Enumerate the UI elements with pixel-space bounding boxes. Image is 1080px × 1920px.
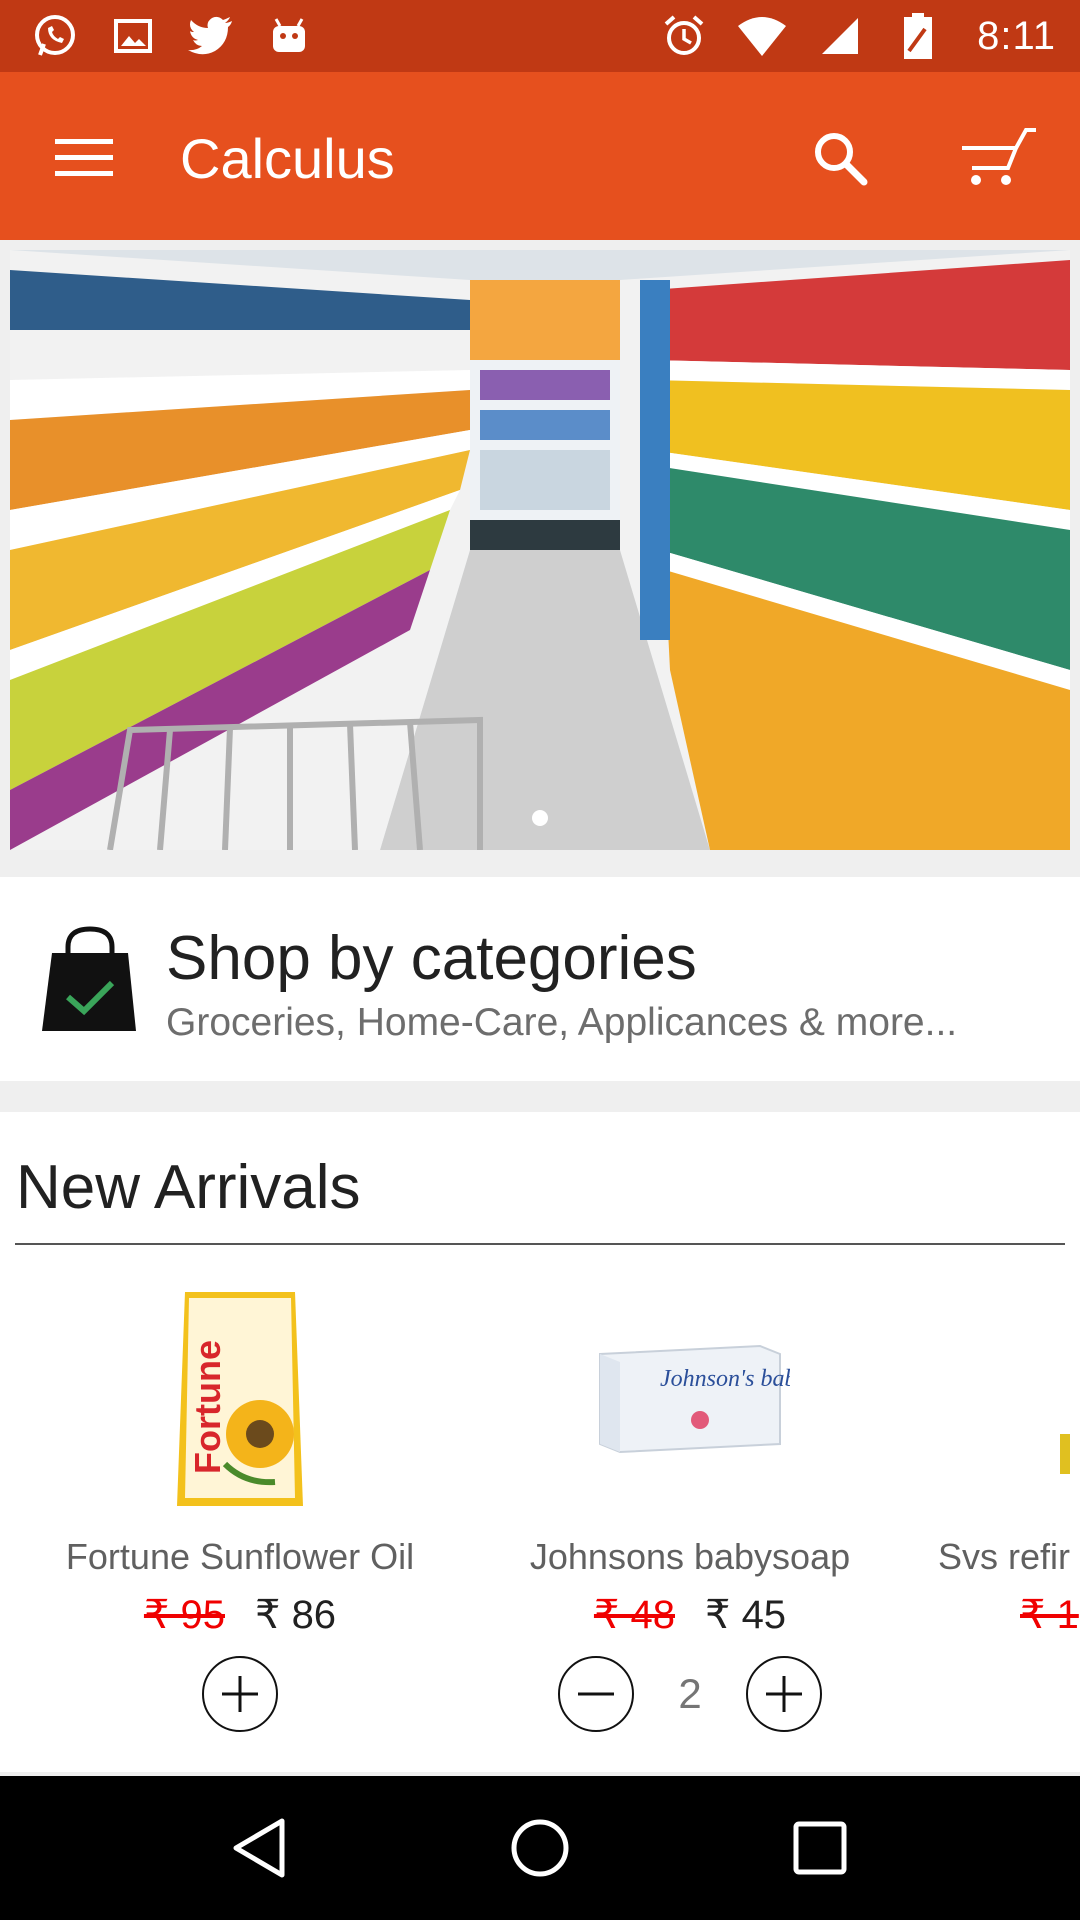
new-arrivals-title: New Arrivals: [16, 1153, 361, 1222]
increase-quantity-button[interactable]: [746, 1656, 822, 1732]
quantity-value: 2: [678, 1670, 702, 1717]
recents-button[interactable]: [770, 1798, 870, 1898]
product-name: Fortune Sunflower Oil: [65, 1536, 415, 1577]
product-brand-text: Johnson's baby soap: [660, 1366, 790, 1392]
minus-icon: [578, 1692, 614, 1696]
app-bar: Calculus: [0, 72, 1080, 240]
back-button[interactable]: [210, 1798, 310, 1898]
product-name: Johnsons babysoap: [529, 1536, 851, 1577]
search-icon: [815, 133, 868, 186]
product-brand-text: Fortune: [187, 1340, 228, 1474]
product-image: [920, 1284, 1080, 1514]
recents-icon: [793, 1821, 847, 1875]
plus-icon: [222, 1676, 258, 1712]
new-arrivals-section: New Arrivals Fortune Fortune Sunflower O…: [0, 1112, 1080, 1772]
decrease-quantity-button[interactable]: [558, 1656, 634, 1732]
search-button[interactable]: [800, 118, 880, 198]
android-icon: [264, 11, 314, 61]
product-old-price: ₹ 48: [593, 1593, 675, 1637]
system-nav-bar: [0, 1776, 1080, 1920]
twitter-icon: [186, 11, 236, 61]
gallery-icon: [108, 11, 158, 61]
hamburger-icon: [55, 139, 113, 176]
status-time: 8:11: [977, 13, 1056, 58]
whatsapp-icon: [30, 11, 80, 61]
shopping-bag-icon: [40, 923, 140, 1035]
divider: [15, 1243, 1065, 1245]
home-button[interactable]: [490, 1798, 590, 1898]
status-bar: 8:11: [0, 0, 1080, 72]
carousel-dot[interactable]: [532, 810, 548, 826]
product-card[interactable]: Fortune Fortune Sunflower Oil ₹ 95 ₹ 86: [20, 1284, 460, 1744]
product-card[interactable]: Johnson's baby soap Johnsons babysoap ₹ …: [470, 1284, 910, 1744]
cart-button[interactable]: [950, 118, 1050, 198]
product-price: ₹ 45: [705, 1593, 787, 1637]
cart-icon: [962, 128, 1036, 185]
alarm-icon: [659, 11, 709, 61]
wifi-icon: [737, 11, 787, 61]
shop-by-categories-card[interactable]: Shop by categories Groceries, Home-Care,…: [0, 877, 1080, 1081]
categories-subtitle: Groceries, Home-Care, Applicances & more…: [166, 1001, 958, 1044]
banner-carousel[interactable]: [0, 240, 1080, 875]
product-name: Svs refir: [938, 1536, 1071, 1577]
product-image: Johnson's baby soap: [470, 1284, 910, 1514]
product-card[interactable]: Svs refir ₹ 1: [920, 1284, 1080, 1744]
product-old-price: ₹ 95: [143, 1593, 225, 1637]
home-icon: [511, 1819, 569, 1877]
menu-button[interactable]: [44, 122, 124, 192]
product-old-price: ₹ 1: [1020, 1593, 1079, 1637]
back-icon: [233, 1818, 285, 1878]
page-title: Calculus: [180, 127, 395, 190]
plus-icon: [766, 1676, 802, 1712]
product-price: ₹ 86: [255, 1593, 337, 1637]
add-to-cart-button[interactable]: [202, 1656, 278, 1732]
categories-title: Shop by categories: [166, 924, 697, 993]
banner-image: [10, 250, 1070, 850]
carousel-indicator: [10, 810, 1070, 826]
product-image: Fortune: [20, 1284, 460, 1514]
battery-icon: [893, 11, 943, 61]
signal-icon: [815, 11, 865, 61]
